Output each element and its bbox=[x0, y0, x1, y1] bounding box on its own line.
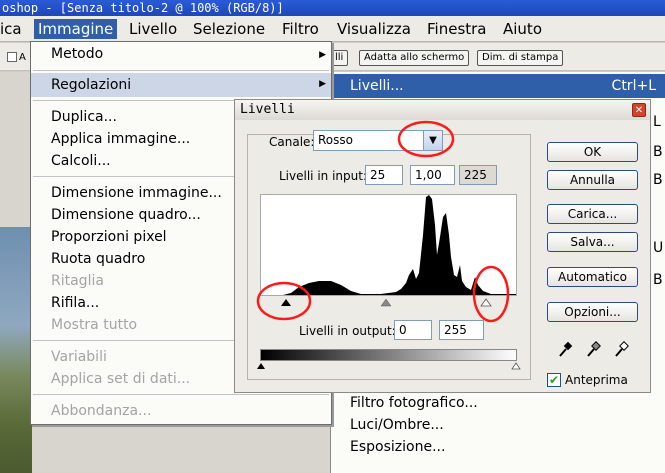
annotation-circle bbox=[256, 281, 312, 321]
annotation-circle bbox=[472, 265, 510, 323]
annotation-layer bbox=[256, 120, 510, 323]
annotation-circle bbox=[397, 120, 455, 158]
